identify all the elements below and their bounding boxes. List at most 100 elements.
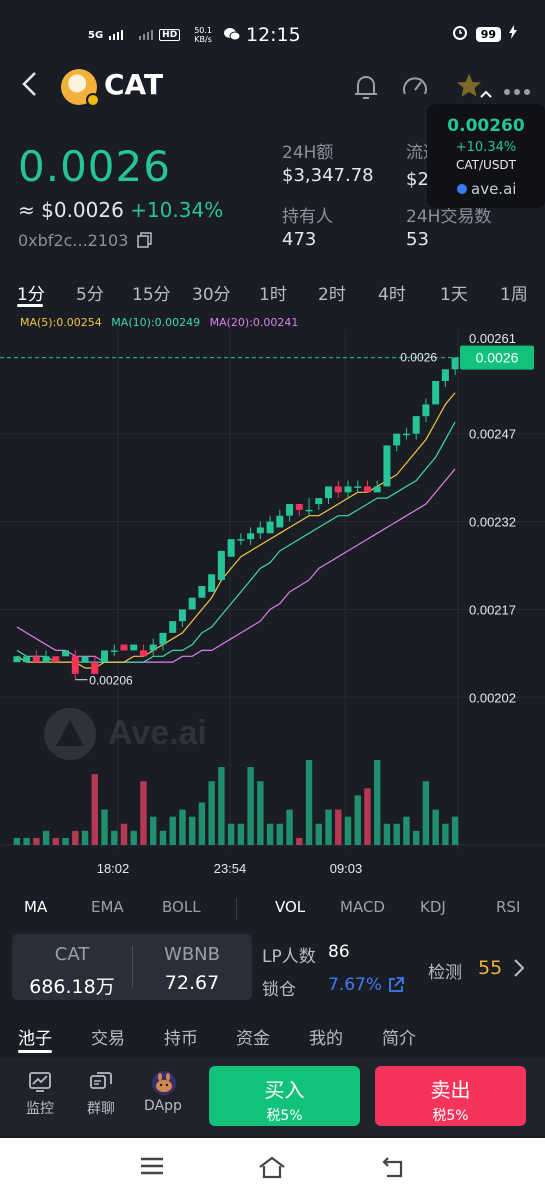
volume-bar	[451, 816, 459, 845]
token-b-label: WBNB	[164, 944, 220, 965]
candle	[422, 404, 430, 417]
ind-kdj[interactable]: KDJ	[420, 898, 446, 916]
token-logo	[61, 69, 100, 107]
volume-bar	[286, 809, 293, 845]
y-tick-label: 0.00202	[469, 690, 516, 705]
detail-tab-indicator	[18, 1050, 52, 1053]
sell-button[interactable]: 卖出 税5%	[375, 1066, 526, 1126]
candle	[130, 644, 138, 651]
ma20-legend: MA(20):0.00241	[209, 316, 299, 329]
volume-bar	[344, 816, 352, 845]
chevron-right-icon[interactable]	[513, 958, 525, 982]
candle	[393, 433, 401, 446]
tab-1h[interactable]: 1时	[259, 280, 287, 305]
menu-icon[interactable]	[140, 1156, 164, 1180]
chart-grid	[0, 330, 545, 850]
candle	[32, 656, 40, 663]
y-tick-label: 0.00232	[469, 515, 516, 530]
group-chat-label: 群聊	[87, 1101, 115, 1117]
volume-bar	[335, 809, 342, 845]
monitor-button[interactable]: 监控	[10, 1070, 70, 1118]
candle	[62, 650, 70, 657]
current-price: 0.0026	[18, 142, 171, 191]
external-link-icon[interactable]	[387, 976, 405, 998]
back-nav-icon[interactable]	[381, 1156, 407, 1184]
candle	[208, 574, 216, 592]
tab-trades[interactable]: 交易	[91, 1024, 125, 1049]
pool-reserves: CAT 686.18万 WBNB 72.67	[12, 934, 252, 1000]
tab-4h[interactable]: 4时	[378, 280, 406, 305]
usd-price-row: ≈ $0.0026 +10.34%	[18, 198, 223, 222]
sell-tax: 税5%	[432, 1108, 469, 1124]
volume-bar	[247, 767, 254, 845]
monitor-label: 监控	[26, 1101, 54, 1117]
volume-bar	[130, 830, 137, 845]
volume-bar	[442, 823, 449, 845]
ma5-legend: MA(5):0.00254	[20, 316, 102, 329]
ind-rsi[interactable]: RSI	[496, 898, 520, 916]
candle	[266, 521, 274, 534]
candle	[315, 498, 323, 504]
tab-5m[interactable]: 5分	[76, 280, 104, 305]
group-chat-button[interactable]: 群聊	[71, 1070, 131, 1118]
check-score[interactable]: 55	[478, 957, 502, 979]
candle	[441, 369, 449, 381]
back-button[interactable]	[20, 70, 40, 106]
copy-icon[interactable]	[137, 231, 153, 252]
tab-30m[interactable]: 30分	[192, 280, 231, 305]
lock-value[interactable]: 7.67%	[328, 975, 382, 995]
alarm-icon	[452, 24, 468, 44]
volume-bar	[374, 760, 381, 845]
dapp-button[interactable]: DApp	[133, 1070, 193, 1114]
floating-price-widget[interactable]: 0.00260 +10.34% CAT/USDT ave.ai	[427, 90, 545, 208]
candle	[402, 433, 410, 436]
tab-pool[interactable]: 池子	[18, 1024, 52, 1049]
widget-price: 0.00260	[447, 116, 525, 136]
contract-address-row[interactable]: 0xbf2c...2103	[18, 231, 153, 252]
tab-holders[interactable]: 持币	[164, 1024, 198, 1049]
tab-funds[interactable]: 资金	[236, 1024, 270, 1049]
ind-ma[interactable]: MA	[24, 898, 47, 916]
ind-macd[interactable]: MACD	[340, 898, 385, 916]
chat-icon	[89, 1070, 113, 1094]
ma20-line	[16, 468, 456, 663]
chevron-up-icon[interactable]	[479, 84, 493, 103]
volume-bar	[198, 802, 206, 845]
home-icon[interactable]	[257, 1156, 287, 1184]
tab-15m[interactable]: 15分	[132, 280, 171, 305]
ind-vol[interactable]: VOL	[275, 898, 305, 916]
tab-2h[interactable]: 2时	[318, 280, 346, 305]
volume-bar	[81, 830, 89, 845]
speed-value: 50.1	[194, 26, 212, 35]
lock-label: 锁仓	[262, 980, 296, 1000]
volume-bar	[422, 781, 430, 845]
price-change: +10.34%	[130, 198, 224, 222]
candle	[139, 650, 147, 657]
volume-bar	[150, 816, 157, 845]
indicator-tabs: MA EMA BOLL VOL MACD KDJ RSI	[0, 898, 545, 922]
gauge-icon[interactable]	[400, 72, 430, 108]
ind-ema[interactable]: EMA	[91, 898, 124, 916]
y-tick-label: 0.00261	[469, 331, 516, 346]
check-label[interactable]: 检测	[428, 958, 462, 983]
candle	[276, 515, 284, 528]
volume-value: $3,347.78	[282, 165, 374, 186]
volume-bar	[257, 781, 264, 845]
bell-icon[interactable]	[352, 72, 380, 108]
status-bar: 5G HD 50.1 KB/s 12:15 99	[0, 0, 545, 58]
candle	[81, 656, 89, 663]
candle	[295, 504, 303, 510]
tab-1m[interactable]: 1分	[17, 280, 45, 305]
buy-button[interactable]: 买入 税5%	[209, 1066, 360, 1126]
wechat-icon	[224, 27, 241, 44]
signal2-icon	[139, 30, 154, 40]
tab-1d[interactable]: 1天	[440, 280, 468, 305]
ind-boll[interactable]: BOLL	[162, 898, 201, 916]
approx-sign: ≈	[18, 198, 42, 222]
candle	[383, 445, 391, 487]
price-chart[interactable]: Ave.ai 0.002470.002320.002170.002020.002…	[0, 330, 545, 885]
tab-intro[interactable]: 简介	[382, 1024, 416, 1049]
tab-mine[interactable]: 我的	[309, 1024, 343, 1049]
more-icon[interactable]	[503, 74, 531, 102]
tab-1w[interactable]: 1周	[500, 280, 528, 305]
